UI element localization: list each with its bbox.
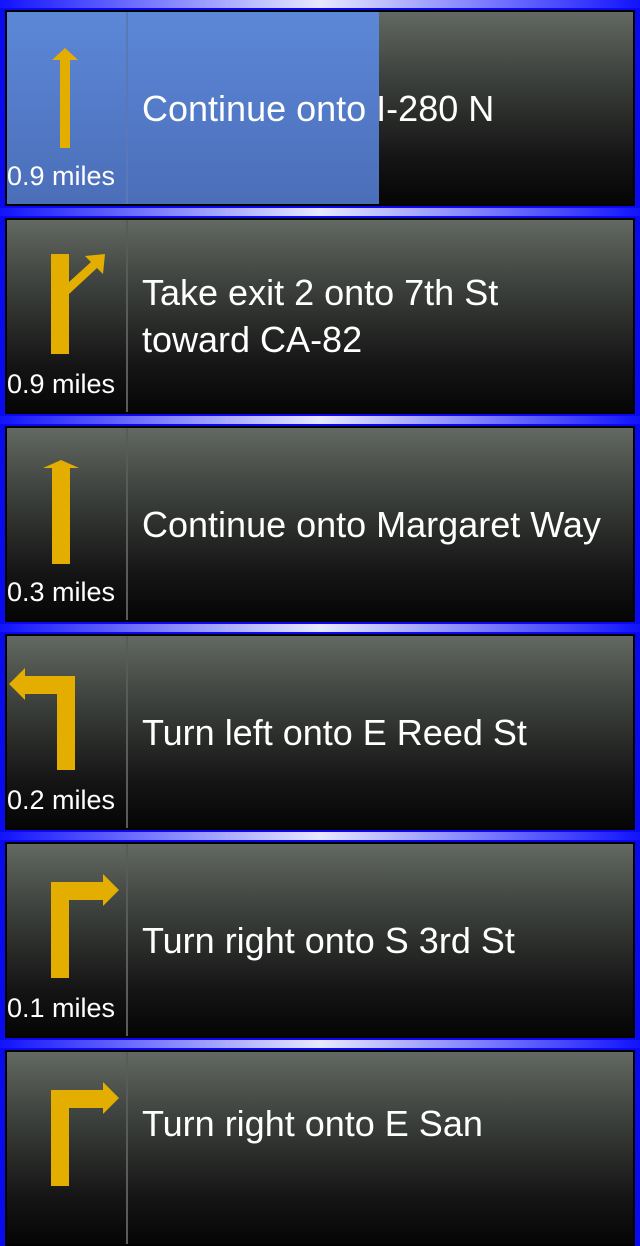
turn-left-arrow-icon — [9, 668, 75, 770]
row-separator — [0, 832, 640, 840]
direction-row[interactable]: 0.2 miles Turn left onto E Reed St — [5, 634, 635, 830]
direction-row[interactable]: 0.3 miles Continue onto Margaret Way — [5, 426, 635, 622]
straight-arrow-icon — [52, 48, 78, 148]
direction-row-background: 0.1 miles Turn right onto S 3rd St — [7, 844, 633, 1036]
row-separator — [0, 1040, 640, 1048]
direction-row[interactable]: 0.1 miles Turn right onto S 3rd St — [5, 842, 635, 1038]
instruction-text: Continue onto Margaret Way — [142, 503, 601, 545]
instruction-text: Turn left onto E Reed St — [142, 711, 527, 753]
maneuver-icon-cell: 0.9 miles — [7, 220, 128, 412]
instruction-text: Continue onto I-280 N — [142, 87, 495, 129]
direction-row[interactable]: 0.9 miles Continue onto I-280 N — [5, 10, 635, 206]
exit-right-arrow-icon — [51, 254, 105, 354]
direction-row-background: 0.3 miles Continue onto Margaret Way — [7, 428, 633, 620]
direction-row-background: 0.9 miles Continue onto I-280 N — [7, 12, 633, 204]
direction-row[interactable]: 0.9 miles Take exit 2 onto 7th St toward… — [5, 218, 635, 414]
maneuver-icon-cell: 0.2 miles — [7, 636, 128, 828]
turn-right-arrow-icon — [51, 874, 119, 978]
direction-row[interactable]: Turn right onto E San — [5, 1050, 635, 1246]
row-separator — [0, 0, 640, 8]
instruction-text: Take exit 2 onto 7th St toward CA-82 — [142, 272, 499, 360]
instruction-text: Turn right onto E San — [142, 1103, 483, 1144]
maneuver-icon-cell: 0.3 miles — [7, 428, 128, 620]
straight-arrow-icon — [43, 460, 79, 564]
turn-right-arrow-icon — [51, 1082, 119, 1186]
row-separator — [0, 624, 640, 632]
instruction-text: Turn right onto S 3rd St — [142, 919, 515, 961]
direction-row-background: 0.9 miles Take exit 2 onto 7th St toward… — [7, 220, 633, 412]
maneuver-icon-cell: 0.1 miles — [7, 844, 128, 1036]
row-separator — [0, 416, 640, 424]
row-separator — [0, 208, 640, 216]
maneuver-icon-cell: 0.9 miles — [7, 12, 128, 204]
maneuver-icon-cell — [7, 1052, 128, 1244]
direction-row-background: Turn right onto E San — [7, 1052, 633, 1244]
direction-row-background: 0.2 miles Turn left onto E Reed St — [7, 636, 633, 828]
